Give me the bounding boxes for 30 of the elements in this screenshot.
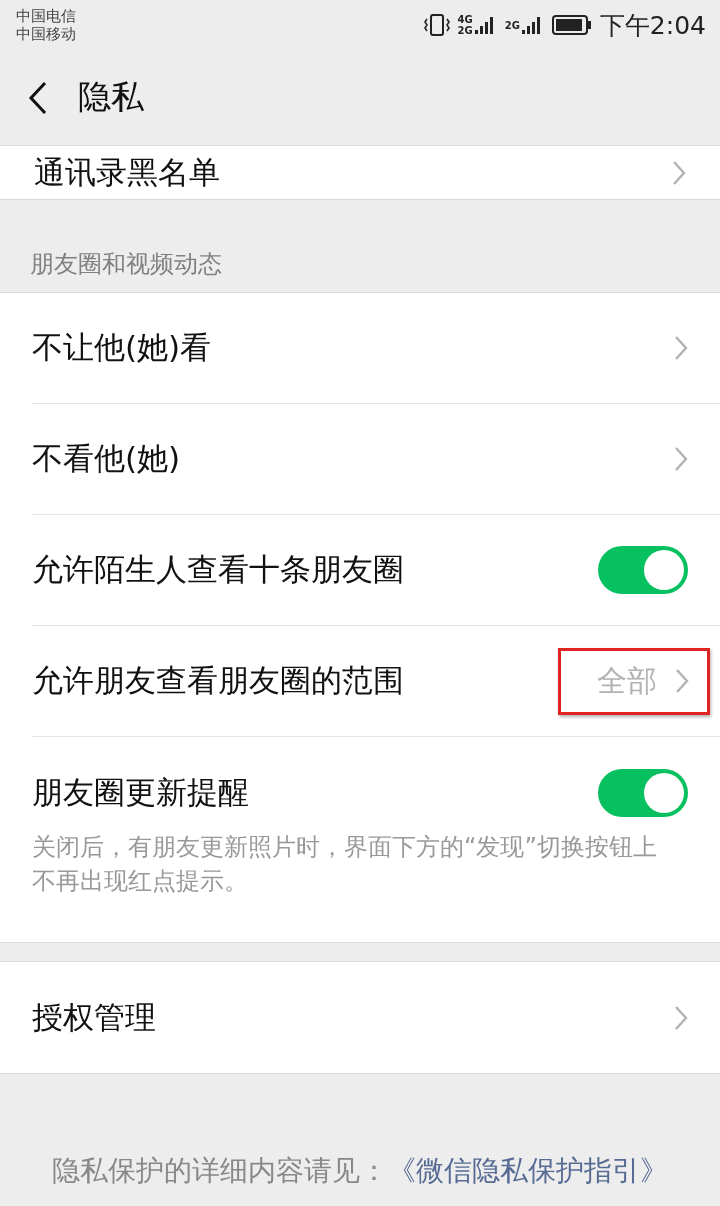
privacy-guide-link[interactable]: 《微信隐私保护指引》	[388, 1152, 668, 1190]
setting-label: 不让他(她)看	[32, 328, 212, 367]
value-text: 全部	[597, 661, 657, 700]
network-label: 4G	[457, 14, 473, 25]
chevron-right-icon	[674, 335, 688, 361]
carrier-name: 中国电信	[16, 7, 76, 25]
setting-label: 允许陌生人查看十条朋友圈	[32, 550, 404, 589]
toggle-switch[interactable]	[598, 546, 688, 594]
back-button[interactable]	[28, 80, 48, 115]
setting-label: 授权管理	[32, 997, 156, 1037]
setting-label: 朋友圈更新提醒	[32, 772, 249, 812]
back-icon	[28, 80, 48, 115]
footer-text: 隐私保护的详细内容请见：	[52, 1153, 388, 1189]
toggle-switch[interactable]	[598, 768, 688, 817]
setting-description: 关闭后，有朋友更新照片时，界面下方的“发现”切换按钮上不再出现红点提示。	[32, 832, 658, 897]
setting-label: 通讯录黑名单	[34, 152, 220, 192]
vibrate-icon	[423, 13, 450, 37]
setting-label: 不看他(她)	[32, 439, 181, 478]
chevron-right-icon	[675, 668, 689, 694]
chevron-right-icon	[674, 1004, 688, 1031]
network-label: 2G	[504, 19, 520, 31]
carrier-name: 中国移动	[16, 25, 76, 43]
clock-time: 下午2:04	[599, 9, 706, 42]
chevron-right-icon	[674, 446, 688, 472]
network-label: 2G	[457, 25, 473, 36]
section-title: 朋友圈和视频动态	[30, 249, 222, 280]
battery-icon	[551, 14, 592, 36]
page-title: 隐私	[78, 76, 144, 118]
setting-label: 允许朋友查看朋友圈的范围	[32, 661, 404, 700]
chevron-right-icon	[672, 159, 686, 186]
